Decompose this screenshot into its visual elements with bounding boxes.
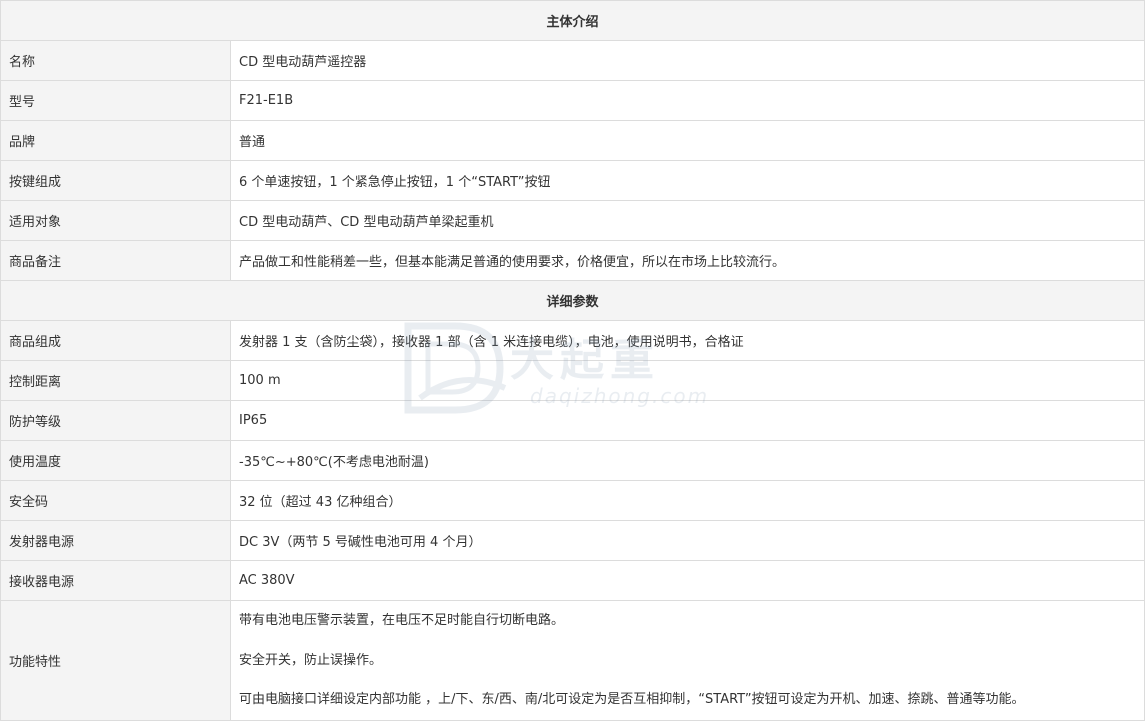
spec-table: 主体介绍 名称 CD 型电动葫芦遥控器 型号 F21-E1B 品牌 普通 按键组…	[0, 0, 1145, 721]
row-label: 防护等级	[0, 400, 231, 441]
section-header-intro: 主体介绍	[0, 0, 1145, 41]
feature-line: 带有电池电压警示装置，在电压不足时能自行切断电路。	[239, 613, 565, 628]
table-row: 商品组成 发射器 1 支（含防尘袋），接收器 1 部（含 1 米连接电缆），电池…	[0, 320, 1145, 361]
row-value: -35℃~+80℃(不考虑电池耐温)	[229, 440, 1145, 481]
row-label: 品牌	[0, 120, 231, 161]
row-label: 控制距离	[0, 360, 231, 401]
row-label: 发射器电源	[0, 520, 231, 561]
section-title: 主体介绍	[0, 0, 1145, 41]
features-cell: 带有电池电压警示装置，在电压不足时能自行切断电路。 安全开关，防止误操作。 可由…	[229, 600, 1145, 721]
table-row: 适用对象 CD 型电动葫芦、CD 型电动葫芦单梁起重机	[0, 200, 1145, 241]
table-row: 控制距离 100 m	[0, 360, 1145, 401]
row-value: 32 位（超过 43 亿种组合）	[229, 480, 1145, 521]
table-row: 品牌 普通	[0, 120, 1145, 161]
row-value: CD 型电动葫芦遥控器	[229, 40, 1145, 81]
row-label: 商品组成	[0, 320, 231, 361]
table-row: 防护等级 IP65	[0, 400, 1145, 441]
row-label: 商品备注	[0, 240, 231, 281]
table-row: 型号 F21-E1B	[0, 80, 1145, 121]
row-label: 适用对象	[0, 200, 231, 241]
table-row: 安全码 32 位（超过 43 亿种组合）	[0, 480, 1145, 521]
table-row: 接收器电源 AC 380V	[0, 560, 1145, 601]
section-title: 详细参数	[0, 280, 1145, 321]
row-value: 产品做工和性能稍差一些，但基本能满足普通的使用要求，价格便宜，所以在市场上比较流…	[229, 240, 1145, 281]
table-row: 使用温度 -35℃~+80℃(不考虑电池耐温)	[0, 440, 1145, 481]
table-row-features: 功能特性 带有电池电压警示装置，在电压不足时能自行切断电路。 安全开关，防止误操…	[0, 600, 1145, 721]
row-label: 接收器电源	[0, 560, 231, 601]
row-label: 按键组成	[0, 160, 231, 201]
row-label: 名称	[0, 40, 231, 81]
table-row: 按键组成 6 个单速按钮，1 个紧急停止按钮，1 个“START”按钮	[0, 160, 1145, 201]
table-row: 发射器电源 DC 3V（两节 5 号碱性电池可用 4 个月）	[0, 520, 1145, 561]
row-value: CD 型电动葫芦、CD 型电动葫芦单梁起重机	[229, 200, 1145, 241]
row-label: 功能特性	[0, 600, 231, 721]
section-header-detail: 详细参数	[0, 280, 1145, 321]
table-row: 商品备注 产品做工和性能稍差一些，但基本能满足普通的使用要求，价格便宜，所以在市…	[0, 240, 1145, 281]
row-value: 发射器 1 支（含防尘袋），接收器 1 部（含 1 米连接电缆），电池，使用说明…	[229, 320, 1145, 361]
row-value: 6 个单速按钮，1 个紧急停止按钮，1 个“START”按钮	[229, 160, 1145, 201]
row-value: 普通	[229, 120, 1145, 161]
table-row: 名称 CD 型电动葫芦遥控器	[0, 40, 1145, 81]
row-value: AC 380V	[229, 560, 1145, 601]
row-value: IP65	[229, 400, 1145, 441]
row-value: F21-E1B	[229, 80, 1145, 121]
row-label: 使用温度	[0, 440, 231, 481]
row-value: 100 m	[229, 360, 1145, 401]
feature-line: 安全开关，防止误操作。	[239, 652, 383, 668]
row-value: DC 3V（两节 5 号碱性电池可用 4 个月）	[229, 520, 1145, 561]
row-label: 安全码	[0, 480, 231, 521]
row-label: 型号	[0, 80, 231, 121]
feature-line: 可由电脑接口详细设定内部功能 ，上/下、东/西、南/北可设定为是否互相抑制，“S…	[239, 692, 1025, 707]
